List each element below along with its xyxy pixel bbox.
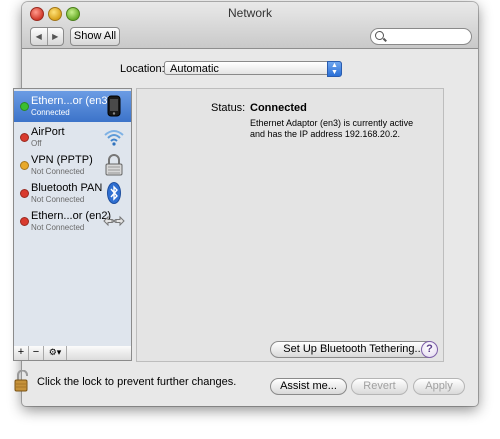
service-name: Ethern...or (en3) [31, 95, 112, 107]
ethernet-phone-icon [103, 95, 125, 117]
wifi-icon [103, 126, 125, 148]
status-value: Connected [250, 102, 307, 114]
search-field[interactable] [370, 28, 472, 45]
service-status: Not Connected [31, 223, 85, 232]
forward-arrow-icon[interactable]: ▶ [48, 28, 64, 45]
up-down-arrows-icon: ▲ ▼ [327, 61, 342, 77]
service-status: Not Connected [31, 167, 85, 176]
service-item-airport[interactable]: AirPort Off [14, 122, 131, 153]
location-label: Location: [120, 63, 165, 75]
service-item-vpn[interactable]: VPN (PPTP) Not Connected [14, 150, 131, 181]
status-dot-red [20, 217, 29, 226]
window-title: Network [227, 6, 272, 20]
back-arrow-icon[interactable]: ◀ [31, 28, 48, 45]
status-label: Status: [211, 102, 246, 114]
status-dot-green [20, 102, 29, 111]
title-bar: Network ◀ ▶ Show All [22, 2, 478, 49]
service-list: Ethern...or (en3) Connected AirPort Off … [13, 88, 132, 348]
search-icon [375, 31, 384, 40]
add-service-button[interactable]: + [14, 346, 29, 360]
status-dot-red [20, 133, 29, 142]
apply-button[interactable]: Apply [413, 378, 465, 395]
service-status: Connected [31, 108, 70, 117]
service-name: AirPort [31, 126, 65, 138]
status-dot-red [20, 189, 29, 198]
unlocked-padlock-icon[interactable] [14, 369, 32, 392]
status-dot-yellow [20, 161, 29, 170]
service-item-ethernet-en3[interactable]: Ethern...or (en3) Connected [14, 91, 131, 122]
back-forward-control: ◀ ▶ [30, 27, 64, 46]
service-name: Bluetooth PAN [31, 182, 103, 194]
assist-me-button[interactable]: Assist me... [270, 378, 347, 395]
service-status: Not Connected [31, 195, 85, 204]
service-status: Off [31, 139, 42, 148]
status-description: Ethernet Adaptor (en3) is currently acti… [250, 118, 414, 139]
show-all-button[interactable]: Show All [70, 27, 120, 46]
remove-service-button[interactable]: − [29, 346, 44, 360]
location-select[interactable]: Automatic ▲ ▼ [164, 61, 342, 77]
action-menu-button[interactable]: ⚙▾ [44, 346, 67, 360]
revert-button[interactable]: Revert [351, 378, 408, 395]
lock-message: Click the lock to prevent further change… [37, 376, 237, 388]
bluetooth-tethering-button[interactable]: Set Up Bluetooth Tethering... [270, 341, 437, 358]
vpn-lock-icon [103, 154, 125, 176]
service-item-bluetooth-pan[interactable]: Bluetooth PAN Not Connected [14, 178, 131, 209]
bluetooth-icon [103, 182, 125, 204]
service-item-ethernet-en2[interactable]: Ethern...or (en2) Not Connected [14, 206, 131, 237]
help-button[interactable]: ? [421, 341, 438, 358]
service-list-toolbar: + − ⚙▾ [13, 346, 132, 361]
service-name: Ethern...or (en2) [31, 210, 112, 222]
ethernet-arrows-icon [103, 210, 125, 232]
location-value: Automatic [170, 63, 219, 75]
service-name: VPN (PPTP) [31, 154, 93, 166]
